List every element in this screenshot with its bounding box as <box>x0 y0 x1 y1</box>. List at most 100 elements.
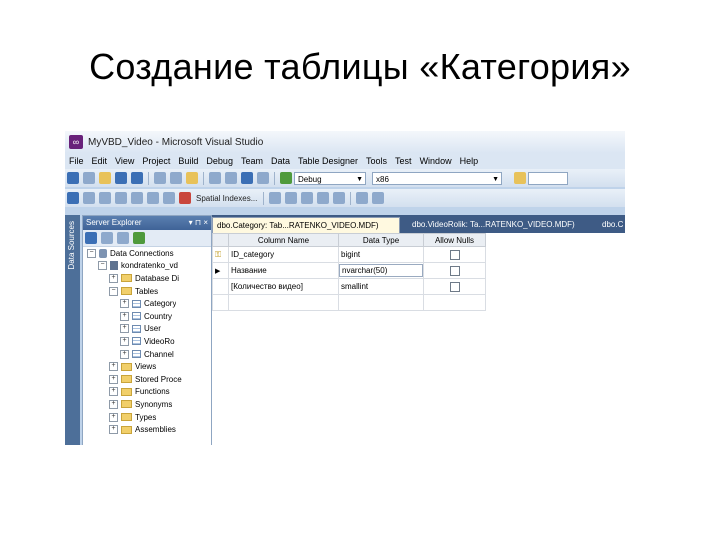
expand-icon[interactable]: + <box>109 362 118 372</box>
check-constraints-icon[interactable] <box>179 192 191 204</box>
indexes-keys-icon[interactable] <box>131 192 143 204</box>
menu-item-project[interactable]: Project <box>138 156 174 166</box>
data-type-cell[interactable]: nvarchar(50) <box>338 262 424 279</box>
allow-nulls-checkbox[interactable] <box>449 281 460 292</box>
collapse-icon[interactable]: − <box>109 286 118 296</box>
tree-node[interactable]: + Stored Proce <box>83 373 211 386</box>
data-type-cell[interactable]: bigint <box>338 246 424 263</box>
column-name-cell[interactable]: [Количество видео] <box>228 278 339 295</box>
tree-node[interactable]: + Views <box>83 360 211 373</box>
tree-node[interactable]: + Synonyms <box>83 398 211 411</box>
column-name-cell[interactable]: Название <box>228 262 339 279</box>
data-sources-side-tab[interactable]: Data Sources <box>65 215 80 445</box>
menu-item-window[interactable]: Window <box>416 156 456 166</box>
expand-icon[interactable]: + <box>109 273 118 283</box>
save-all-icon[interactable] <box>131 172 143 184</box>
set-primary-key-icon[interactable] <box>67 192 79 204</box>
comment-icon[interactable] <box>285 192 298 204</box>
tree-node[interactable]: + Category <box>83 297 211 310</box>
relationships-icon[interactable] <box>115 192 127 204</box>
solution-configuration-select[interactable]: Debug ▼ <box>294 171 366 185</box>
expand-icon[interactable]: + <box>120 349 129 359</box>
expand-icon[interactable]: + <box>109 374 118 384</box>
delete-column-icon[interactable] <box>99 192 111 204</box>
fulltext-index-icon[interactable] <box>147 192 159 204</box>
outdent-icon[interactable] <box>333 192 346 204</box>
tree-node[interactable]: − Data Connections <box>83 247 211 260</box>
allow-nulls-checkbox[interactable] <box>449 265 460 276</box>
insert-column-icon[interactable] <box>83 192 95 204</box>
menu-item-view[interactable]: View <box>111 156 138 166</box>
collapse-icon[interactable]: − <box>87 248 96 258</box>
tab-category-table[interactable]: dbo.Category: Tab...RATENKO_VIDEO.MDF) <box>212 217 400 233</box>
tree-node[interactable]: + VideoRo <box>83 335 211 348</box>
table-row[interactable]: ▶ Название nvarchar(50) <box>212 262 486 279</box>
add-item-icon[interactable] <box>83 172 95 184</box>
tab-channel-table[interactable]: dbo.C <box>598 217 625 233</box>
column-name-cell[interactable]: ID_category <box>228 246 339 263</box>
expand-icon[interactable]: + <box>120 324 129 334</box>
expand-icon[interactable]: + <box>109 387 118 397</box>
expand-icon[interactable]: + <box>120 299 129 309</box>
tree-node[interactable]: + Types <box>83 411 211 424</box>
table-row[interactable]: ⚿ ID_category bigint <box>212 246 486 263</box>
xml-indexes-icon[interactable] <box>163 192 175 204</box>
start-debugging-icon[interactable] <box>280 172 292 184</box>
expand-icon[interactable]: + <box>120 336 129 346</box>
find-in-files-icon[interactable] <box>514 172 526 184</box>
menu-item-debug[interactable]: Debug <box>202 156 237 166</box>
menu-item-team[interactable]: Team <box>237 156 267 166</box>
expand-icon[interactable]: + <box>109 412 118 422</box>
tree-node[interactable]: + Channel <box>83 348 211 361</box>
copy-icon[interactable] <box>170 172 182 184</box>
tree-node[interactable]: + Assemblies <box>83 423 211 436</box>
expand-icon[interactable]: + <box>109 399 118 409</box>
connect-to-database-icon[interactable] <box>117 232 129 244</box>
allow-nulls-checkbox[interactable] <box>449 249 460 260</box>
tree-node[interactable]: + User <box>83 323 211 336</box>
menu-item-tools[interactable]: Tools <box>362 156 391 166</box>
data-type-editor[interactable]: nvarchar(50) <box>339 264 423 277</box>
menu-item-edit[interactable]: Edit <box>88 156 112 166</box>
next-bookmark-icon[interactable] <box>372 192 385 204</box>
table-row[interactable] <box>212 294 486 311</box>
stop-refresh-icon[interactable] <box>101 232 113 244</box>
data-type-cell[interactable]: smallint <box>338 278 424 295</box>
solution-platform-select[interactable]: x86 ▼ <box>372 171 502 185</box>
collapse-icon[interactable]: − <box>98 261 107 271</box>
tree-node[interactable]: + Functions <box>83 386 211 399</box>
row-selector[interactable] <box>212 278 229 295</box>
menu-item-table-designer[interactable]: Table Designer <box>294 156 362 166</box>
cut-icon[interactable] <box>154 172 166 184</box>
find-input[interactable] <box>528 171 568 185</box>
tree-node[interactable]: − kondratenko_vd <box>83 260 211 273</box>
save-icon[interactable] <box>115 172 127 184</box>
tree-node[interactable]: + Country <box>83 310 211 323</box>
navigate-forward-icon[interactable] <box>257 172 269 184</box>
open-file-icon[interactable] <box>99 172 111 184</box>
navigate-back-icon[interactable] <box>241 172 253 184</box>
expand-icon[interactable]: + <box>120 311 129 321</box>
menu-item-test[interactable]: Test <box>391 156 416 166</box>
tree-node[interactable]: − Tables <box>83 285 211 298</box>
generate-change-script-icon[interactable] <box>269 192 282 204</box>
expand-icon[interactable]: + <box>109 425 118 435</box>
tab-videorolik-table[interactable]: dbo.VideoRolik: Ta...RATENKO_VIDEO.MDF) <box>408 217 598 233</box>
indent-icon[interactable] <box>317 192 330 204</box>
menu-item-data[interactable]: Data <box>267 156 294 166</box>
panel-window-controls[interactable]: ▾ ⊓ × <box>189 216 208 230</box>
paste-icon[interactable] <box>186 172 198 184</box>
column-name-cell[interactable] <box>228 294 339 311</box>
redo-icon[interactable] <box>225 172 237 184</box>
new-project-icon[interactable] <box>67 172 79 184</box>
bookmark-icon[interactable] <box>356 192 369 204</box>
refresh-icon[interactable] <box>85 232 97 244</box>
menu-item-build[interactable]: Build <box>174 156 202 166</box>
undo-icon[interactable] <box>209 172 221 184</box>
tree-node[interactable]: + Database Di <box>83 272 211 285</box>
uncomment-icon[interactable] <box>301 192 314 204</box>
menu-item-help[interactable]: Help <box>456 156 483 166</box>
row-selector[interactable]: ⚿ <box>212 246 229 263</box>
row-selector[interactable] <box>212 294 229 311</box>
menu-item-file[interactable]: File <box>65 156 88 166</box>
